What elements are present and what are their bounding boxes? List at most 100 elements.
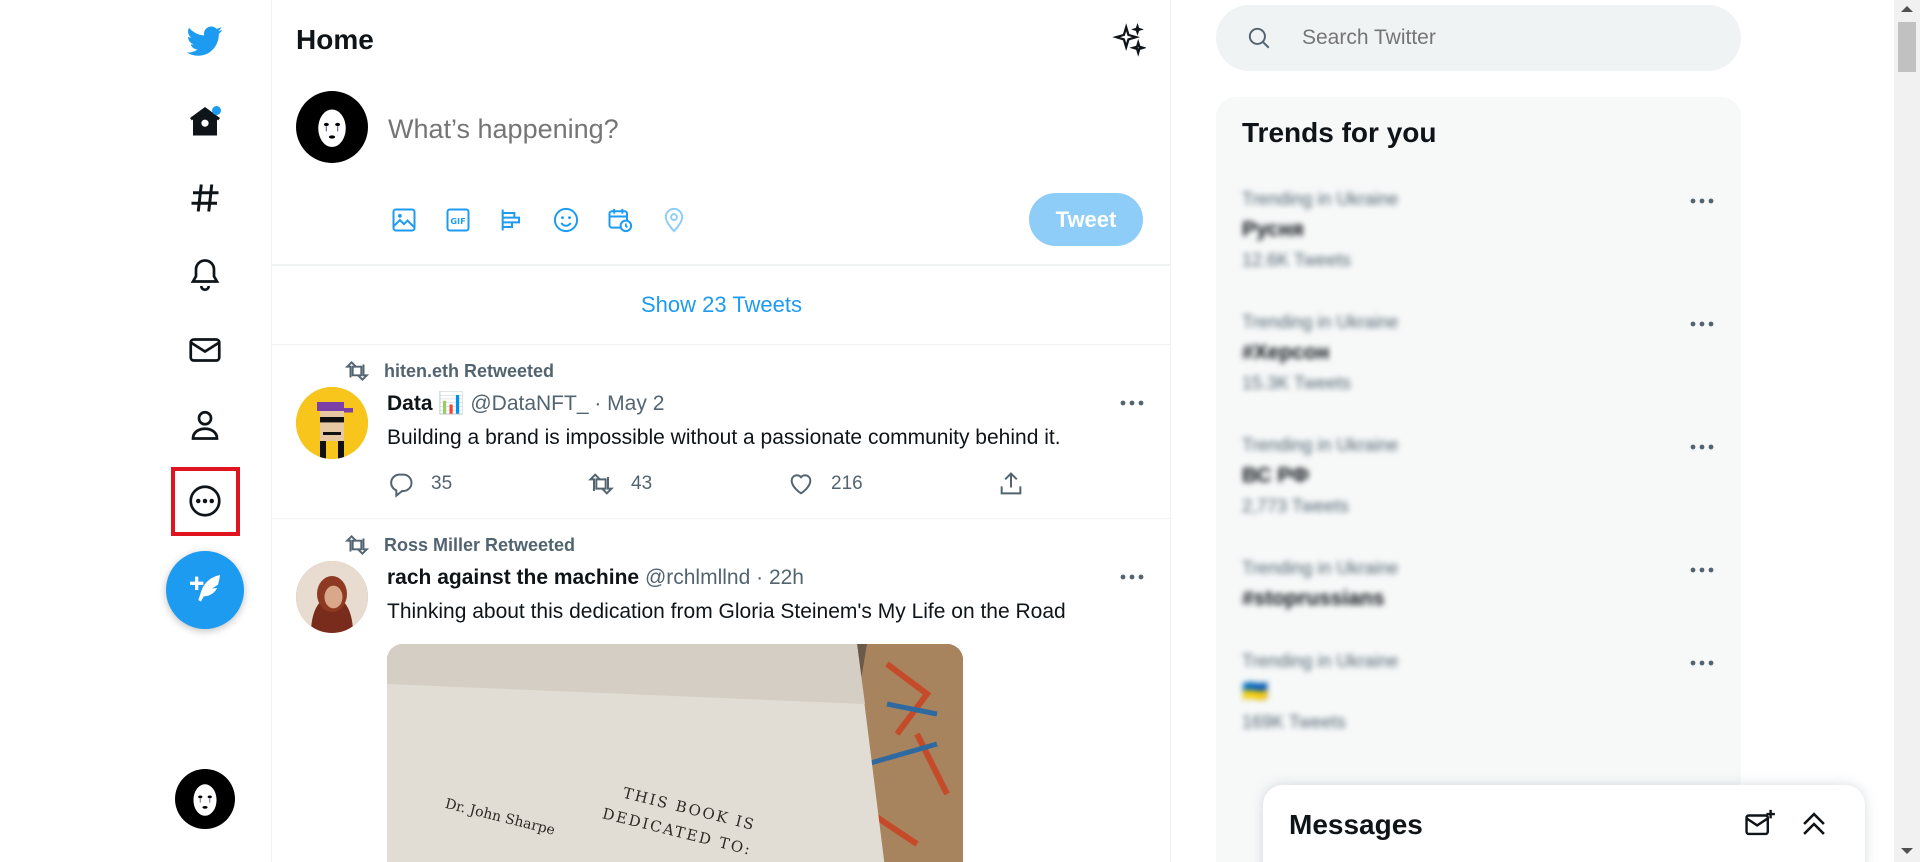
scroll-up-arrow[interactable] xyxy=(1901,6,1913,12)
trend-name: 🇺🇦 xyxy=(1242,680,1269,703)
user-photo-icon xyxy=(296,561,368,633)
chevron-up-double-icon[interactable] xyxy=(1797,807,1831,841)
home-header: Home xyxy=(272,0,1170,80)
trend-count: 2,773 Tweets xyxy=(1242,496,1349,516)
home-timeline: Home GIF Tweet Show 23 Tweets hiten.eth … xyxy=(272,0,1171,862)
like-button[interactable]: 216 xyxy=(787,470,863,498)
tweet-avatar[interactable] xyxy=(296,561,368,633)
bell-icon xyxy=(190,259,220,292)
tweet-text-input[interactable] xyxy=(388,114,1088,145)
twitter-logo-icon[interactable] xyxy=(175,11,235,71)
trend-item[interactable]: Trending in Ukraine 🇺🇦 169K Tweets xyxy=(1242,651,1717,733)
tweet-text: Building a brand is impossible without a… xyxy=(387,426,1061,449)
poll-icon xyxy=(501,209,520,231)
retweet-context: hiten.eth Retweeted xyxy=(344,358,554,384)
new-message-icon[interactable] xyxy=(1743,807,1777,841)
scroll-down-arrow[interactable] xyxy=(1901,848,1913,854)
messages-drawer[interactable]: Messages xyxy=(1263,785,1865,862)
retweet-icon xyxy=(344,534,370,556)
more-options-icon[interactable] xyxy=(1687,193,1717,209)
share-icon xyxy=(1000,472,1022,495)
search-input[interactable] xyxy=(1302,26,1702,50)
tweet-avatar[interactable] xyxy=(296,387,368,459)
nav-explore[interactable] xyxy=(175,168,235,228)
show-new-tweets-link[interactable]: Show 23 Tweets xyxy=(272,265,1170,345)
trend-item[interactable]: Trending in Ukraine #Херсон 15.3K Tweets xyxy=(1242,312,1717,394)
reply-button[interactable]: 35 xyxy=(387,470,452,498)
more-options-icon[interactable] xyxy=(1687,439,1717,455)
retweet-context: Ross Miller Retweeted xyxy=(344,532,575,558)
author-handle-time[interactable]: @rchlmllnd · 22h xyxy=(645,566,804,589)
trend-count: 15.3K Tweets xyxy=(1242,373,1351,393)
account-avatar[interactable] xyxy=(175,769,235,829)
tweet-button[interactable]: Tweet xyxy=(1029,193,1143,246)
author-handle-time[interactable]: @DataNFT_ · May 2 xyxy=(470,392,664,415)
trend-name: ВС РФ xyxy=(1242,464,1310,487)
retweet-icon xyxy=(588,473,614,495)
notification-dot xyxy=(212,106,221,115)
book-dedication-photo: THIS BOOK IS DEDICATED TO: Dr. John Shar… xyxy=(387,644,963,862)
compose-tweet-button[interactable] xyxy=(166,551,244,629)
smiley-icon xyxy=(553,207,579,233)
envelope-icon xyxy=(189,338,221,362)
trend-item[interactable]: Trending in Ukraine Русня 12.6K Tweets xyxy=(1242,189,1717,271)
sparkle-icon[interactable] xyxy=(1112,23,1146,57)
more-options-icon[interactable] xyxy=(1117,567,1147,587)
retweet-icon xyxy=(344,360,370,382)
trend-name: Русня xyxy=(1242,218,1304,241)
retweeted-by-text[interactable]: hiten.eth Retweeted xyxy=(384,361,554,382)
poll-button[interactable] xyxy=(496,204,528,236)
schedule-button[interactable] xyxy=(604,204,636,236)
tweet-card[interactable]: hiten.eth Retweeted Data 📊 @DataNFT_ · M… xyxy=(272,345,1170,519)
trend-item[interactable]: Trending in Ukraine #stoprussians xyxy=(1242,558,1717,611)
tweet-text: Thinking about this dedication from Glor… xyxy=(387,600,1066,623)
more-options-icon[interactable] xyxy=(1687,562,1717,578)
location-button[interactable] xyxy=(658,204,690,236)
nav-messages[interactable] xyxy=(175,320,235,380)
trend-location: Trending in Ukraine xyxy=(1242,651,1399,671)
more-highlight-box xyxy=(171,467,240,536)
page-scrollbar[interactable] xyxy=(1894,0,1920,862)
emoji-button[interactable] xyxy=(550,204,582,236)
tweet-actions: 35 43 216 xyxy=(387,470,1027,500)
nav-profile[interactable] xyxy=(175,395,235,455)
trend-location: Trending in Ukraine xyxy=(1242,558,1399,578)
search-icon xyxy=(1248,27,1270,49)
more-options-icon[interactable] xyxy=(1687,316,1717,332)
image-icon xyxy=(392,208,416,232)
more-options-icon[interactable] xyxy=(1117,393,1147,413)
person-icon xyxy=(191,410,219,440)
noface-mask-icon xyxy=(318,109,346,147)
share-button[interactable] xyxy=(997,470,1041,498)
trend-name: #Херсон xyxy=(1242,341,1330,364)
noface-mask-icon xyxy=(193,784,217,816)
trend-item[interactable]: Trending in Ukraine ВС РФ 2,773 Tweets xyxy=(1242,435,1717,517)
svg-text:GIF: GIF xyxy=(450,216,465,226)
nav-home[interactable] xyxy=(175,92,235,152)
reply-count: 35 xyxy=(431,473,453,494)
author-name[interactable]: rach against the machine xyxy=(387,566,639,589)
gif-button[interactable]: GIF xyxy=(442,204,474,236)
retweet-button[interactable]: 43 xyxy=(587,470,652,498)
tweet-card[interactable]: Ross Miller Retweeted rach against the m… xyxy=(272,519,1170,862)
retweeted-by-text[interactable]: Ross Miller Retweeted xyxy=(384,535,575,556)
nav-notifications[interactable] xyxy=(175,244,235,304)
search-bar[interactable] xyxy=(1216,5,1741,71)
trend-location: Trending in Ukraine xyxy=(1242,312,1399,332)
tweet-header: Data 📊 @DataNFT_ · May 2 xyxy=(387,392,664,416)
tweet-media-image[interactable]: THIS BOOK IS DEDICATED TO: Dr. John Shar… xyxy=(387,644,963,862)
feather-plus-icon xyxy=(190,575,220,602)
author-name[interactable]: Data 📊 xyxy=(387,392,465,415)
media-button[interactable] xyxy=(388,204,420,236)
calendar-clock-icon xyxy=(608,208,633,233)
hashtag-icon xyxy=(191,184,219,212)
left-navigation xyxy=(0,0,272,862)
page-title: Home xyxy=(296,24,374,55)
messages-title: Messages xyxy=(1289,809,1423,840)
more-options-icon[interactable] xyxy=(1687,655,1717,671)
heart-icon xyxy=(790,474,812,495)
trends-title: Trends for you xyxy=(1242,117,1437,148)
scroll-thumb[interactable] xyxy=(1898,22,1916,72)
composer-avatar[interactable] xyxy=(296,91,368,163)
trend-name: #stoprussians xyxy=(1242,587,1385,610)
